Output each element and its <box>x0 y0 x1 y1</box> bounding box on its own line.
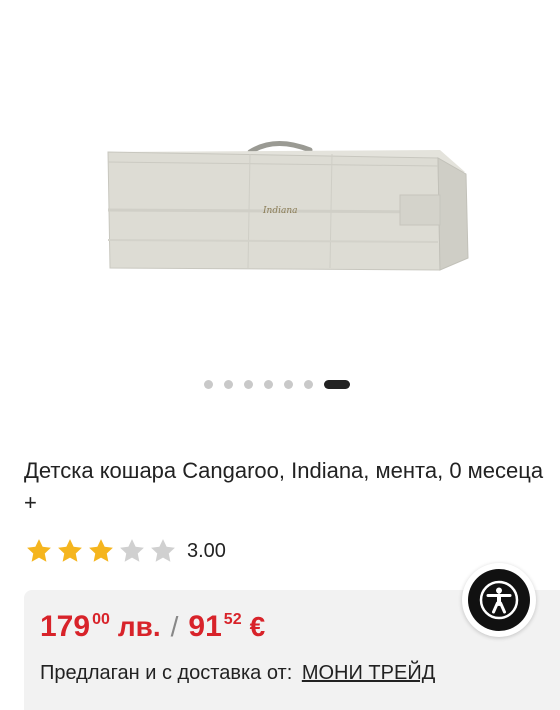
gallery-dot[interactable] <box>224 380 233 389</box>
accessibility-button[interactable] <box>462 563 536 637</box>
product-rating[interactable]: 3.00 <box>24 536 226 566</box>
star-filled-icon <box>58 539 82 562</box>
price-bgn-main: 179 <box>40 610 91 643</box>
star-empty-icon <box>151 539 175 562</box>
seller-label: Предлаган и с доставка от: <box>40 662 293 684</box>
gallery-dot[interactable] <box>264 380 273 389</box>
accessibility-icon <box>468 569 530 631</box>
star-empty-icon <box>120 539 144 562</box>
gallery-dot[interactable] <box>304 380 313 389</box>
seller-link[interactable]: МОНИ ТРЕЙД <box>302 662 435 684</box>
price: 179 00 лв. / 91 52 € <box>40 610 265 644</box>
star-filled-icon <box>89 539 113 562</box>
product-gallery[interactable]: Indiana <box>0 0 560 420</box>
price-bgn-cents: 00 <box>92 611 110 628</box>
price-bgn-currency: лв. <box>117 611 161 642</box>
rating-value: 3.00 <box>187 539 226 562</box>
star-filled-icon <box>27 539 51 562</box>
price-eur-main: 91 <box>188 610 222 643</box>
product-image: Indiana <box>107 140 469 271</box>
product-title: Детска кошара Cangaroo, Indiana, мента, … <box>24 458 544 515</box>
rating-stars <box>24 536 179 566</box>
gallery-dot[interactable] <box>244 380 253 389</box>
price-eur-cents: 52 <box>223 611 242 628</box>
gallery-dot[interactable] <box>204 380 213 389</box>
price-separator: / <box>170 611 179 642</box>
price-eur-currency: € <box>249 611 266 642</box>
seller-info: Предлаган и с доставка от: МОНИ ТРЕЙД <box>40 662 435 685</box>
gallery-dot[interactable] <box>284 380 293 389</box>
product-brand-text: Indiana <box>262 206 298 216</box>
gallery-pagination <box>204 380 350 389</box>
gallery-dot-active[interactable] <box>324 380 350 389</box>
